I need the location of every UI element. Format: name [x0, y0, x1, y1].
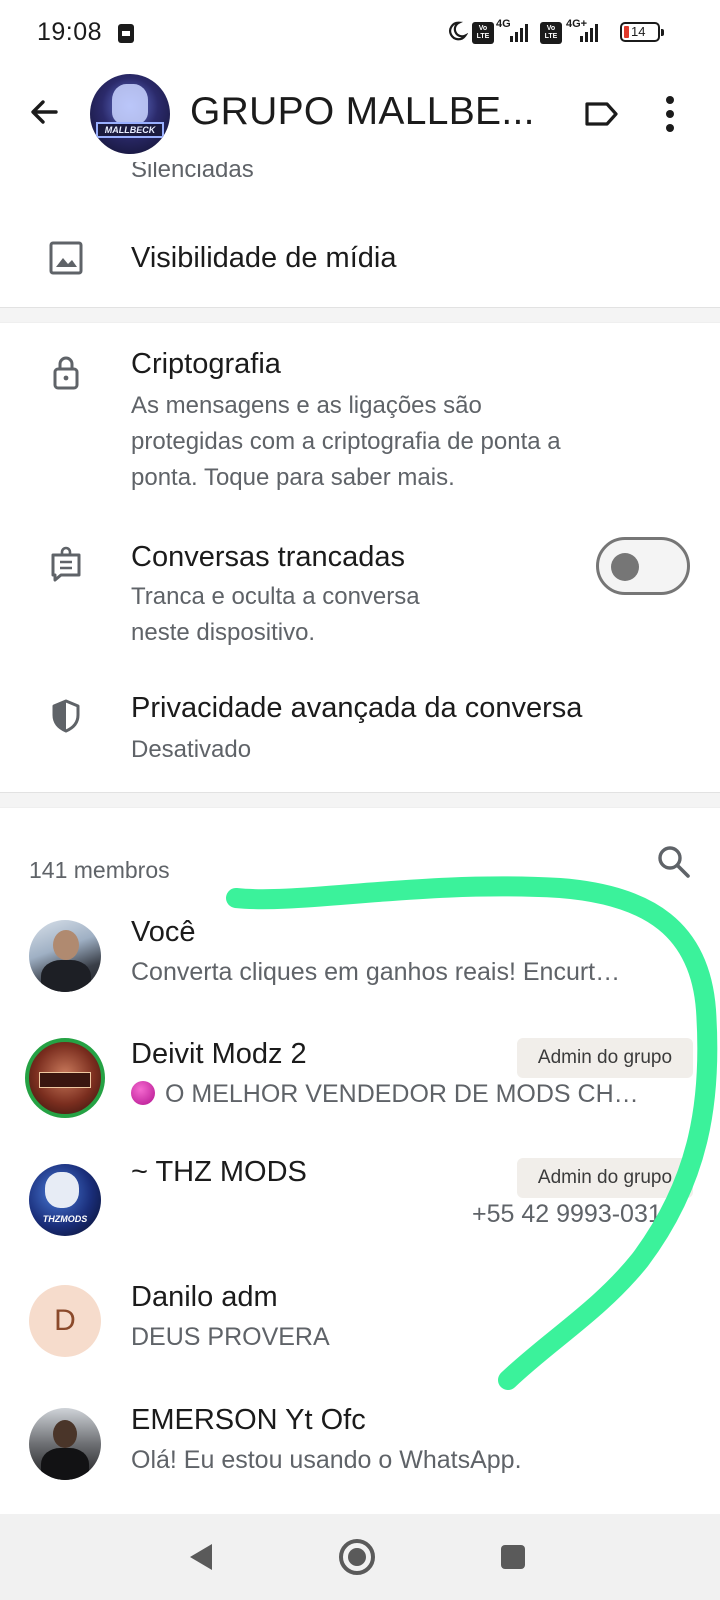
advanced-privacy-status: Desativado — [131, 736, 252, 763]
member-row[interactable]: Deivit Modz 2 Admin do grupo O MELHOR VE… — [0, 1032, 720, 1152]
locked-chats-title: Conversas trancadas — [131, 541, 406, 573]
member-avatar-text: THZMODS — [42, 1214, 88, 1224]
system-nav-bar — [0, 1514, 720, 1600]
member-row[interactable]: D Danilo adm DEUS PROVERA — [0, 1277, 720, 1397]
search-icon[interactable] — [654, 842, 694, 882]
group-info-content[interactable]: Silenciadas Visibilidade de mídia Cripto… — [0, 162, 720, 1514]
member-name: ~ THZ MODS — [131, 1156, 307, 1188]
battery-icon: 14 — [620, 22, 664, 42]
volte-icon: Vo LTE — [472, 22, 494, 44]
admin-badge: Admin do grupo — [517, 1158, 693, 1198]
locked-chat-icon — [51, 546, 81, 582]
section-divider — [0, 307, 720, 323]
shield-icon — [52, 699, 80, 733]
media-visibility-title: Visibilidade de mídia — [131, 242, 397, 274]
member-name: EMERSON Yt Ofc — [131, 1404, 366, 1436]
member-name: Danilo adm — [131, 1281, 278, 1313]
network-type-1: 4G — [496, 18, 511, 30]
pink-circle-emoji-icon — [131, 1081, 155, 1105]
app-bar: MALLBECK GRUPO MALLBE... — [0, 66, 720, 162]
member-status: DEUS PROVERA — [131, 1323, 330, 1351]
member-row[interactable]: THZMODS ~ THZ MODS Admin do grupo +55 42… — [0, 1152, 720, 1272]
status-time: 19:08 — [37, 18, 103, 46]
notifications-subtitle: Silenciadas — [131, 162, 254, 183]
notification-icon — [118, 24, 134, 43]
home-circle-icon[interactable] — [334, 1534, 380, 1580]
member-status: O MELHOR VENDEDOR DE MODS CH… — [131, 1080, 683, 1109]
advanced-privacy-row[interactable]: Privacidade avançada da conversa Desativ… — [0, 682, 720, 782]
members-count: 141 membros — [29, 857, 170, 883]
encryption-desc-line3: ponta. Toque para saber mais. — [131, 464, 455, 491]
member-status-text: O MELHOR VENDEDOR DE MODS CH… — [165, 1080, 639, 1108]
image-icon — [49, 241, 83, 275]
member-avatar: THZMODS — [29, 1164, 101, 1236]
back-arrow-icon[interactable] — [24, 92, 64, 132]
media-visibility-row[interactable]: Visibilidade de mídia — [0, 222, 720, 302]
recents-square-icon[interactable] — [490, 1534, 536, 1580]
group-title[interactable]: GRUPO MALLBE... — [190, 90, 535, 134]
locked-chats-desc-line1: Tranca e oculta a conversa — [131, 583, 420, 610]
toggle-knob — [611, 553, 639, 581]
admin-badge: Admin do grupo — [517, 1038, 693, 1078]
member-row[interactable]: Você Converta cliques em ganhos reais! E… — [0, 912, 720, 1032]
lock-icon — [53, 356, 79, 390]
encryption-desc-line1: As mensagens e as ligações são — [131, 392, 482, 419]
member-name: Você — [131, 916, 196, 948]
locked-chats-row[interactable]: Conversas trancadas Tranca e oculta a co… — [0, 527, 720, 657]
group-avatar[interactable]: MALLBECK — [90, 74, 170, 154]
group-avatar-text: MALLBECK — [96, 122, 164, 138]
member-avatar-initial: D — [29, 1285, 101, 1357]
encryption-title: Criptografia — [131, 348, 281, 380]
member-name: Deivit Modz 2 — [131, 1038, 307, 1070]
member-row[interactable]: EMERSON Yt Ofc Olá! Eu estou usando o Wh… — [0, 1400, 720, 1514]
member-status: Converta cliques em ganhos reais! Encurt… — [131, 958, 621, 986]
label-icon[interactable] — [582, 96, 620, 132]
member-avatar — [29, 1408, 101, 1480]
do-not-disturb-moon-icon — [449, 21, 468, 41]
locked-chats-desc-line2: neste dispositivo. — [131, 619, 316, 646]
signal-bars-icon — [510, 22, 528, 42]
volte-icon-2: Vo LTE — [540, 22, 562, 44]
member-status: Olá! Eu estou usando o WhatsApp. — [131, 1446, 522, 1474]
member-avatar — [25, 1038, 105, 1118]
encryption-row[interactable]: Criptografia As mensagens e as ligações … — [0, 332, 720, 507]
member-avatar — [29, 920, 101, 992]
battery-level: 14 — [631, 24, 646, 39]
advanced-privacy-title: Privacidade avançada da conversa — [131, 692, 583, 724]
member-phone: +55 42 9993-0317 — [472, 1200, 676, 1228]
back-triangle-icon[interactable] — [178, 1534, 224, 1580]
status-bar: 19:08 Vo LTE 4G Vo LTE 4G+ 14 — [0, 0, 720, 66]
section-divider-2 — [0, 792, 720, 808]
locked-chats-toggle[interactable] — [596, 537, 690, 595]
more-vert-icon[interactable] — [662, 92, 678, 136]
signal-bars-icon-2 — [580, 22, 598, 42]
encryption-desc-line2: protegidas com a criptografia de ponta a — [131, 428, 561, 455]
